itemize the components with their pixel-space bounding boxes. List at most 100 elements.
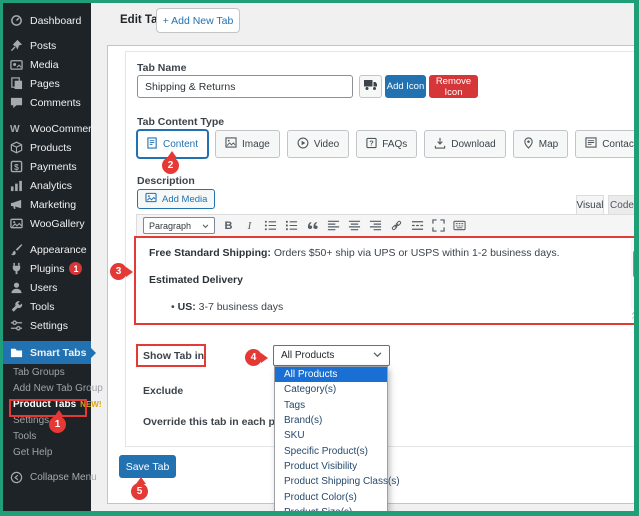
content-type-map[interactable]: Map [513, 130, 568, 158]
bullet-list-button[interactable] [263, 218, 278, 234]
editor-toolbar: Paragraph B I [136, 214, 639, 237]
collapse-arrow-icon [10, 471, 24, 485]
plugins-count-badge: 1 [69, 262, 82, 275]
editor-paragraph: Free Standard Shipping: Orders $50+ ship… [149, 247, 560, 259]
sidebar-item-users[interactable]: Users [3, 278, 91, 297]
image-icon [225, 137, 237, 151]
collapse-menu-button[interactable]: Collapse Menu [3, 468, 91, 487]
sidebar-item-woocommerce[interactable]: W WooCommerce [3, 119, 91, 138]
content-type-image[interactable]: Image [215, 130, 280, 158]
remove-icon-button[interactable]: Remove Icon [429, 75, 478, 98]
form-icon [585, 137, 597, 151]
sidebar-item-marketing[interactable]: Marketing [3, 195, 91, 214]
scroll-down-icon[interactable]: ▼ [631, 300, 639, 309]
show-tab-in-label: Show Tab in [143, 350, 204, 362]
numbered-list-button[interactable] [284, 218, 299, 234]
sidebar-item-comments[interactable]: Comments [3, 93, 91, 112]
sliders-icon [10, 319, 24, 333]
italic-button[interactable]: I [242, 218, 257, 234]
tab-code[interactable]: Code [608, 195, 636, 215]
gallery-icon [10, 217, 24, 231]
sidebar-item-payments[interactable]: $ Payments [3, 157, 91, 176]
submenu-tab-groups[interactable]: Tab Groups [3, 364, 91, 380]
plug-icon [10, 262, 24, 276]
fullscreen-button[interactable] [431, 218, 446, 234]
tab-folder-icon [10, 346, 24, 360]
sidebar-item-woogallery[interactable]: WooGallery [3, 214, 91, 233]
admin-sidebar: Dashboard Posts Media Pages Comments W W… [3, 3, 91, 511]
read-more-button[interactable] [410, 218, 425, 234]
sidebar-item-appearance[interactable]: Appearance [3, 240, 91, 259]
sidebar-item-media[interactable]: Media [3, 55, 91, 74]
icon-preview-button[interactable] [359, 75, 382, 98]
wrench-icon [10, 300, 24, 314]
scrollbar-thumb[interactable] [633, 250, 639, 278]
add-media-button[interactable]: Add Media [137, 189, 215, 209]
paragraph-format-select[interactable]: Paragraph [143, 217, 215, 234]
megaphone-icon [10, 198, 24, 212]
submenu-get-help[interactable]: Get Help [3, 444, 91, 460]
dropdown-option[interactable]: Category(s) [275, 382, 387, 397]
sidebar-item-tools[interactable]: Tools [3, 297, 91, 316]
svg-text:W: W [10, 124, 20, 135]
new-tag: NEW! [80, 400, 101, 409]
app-frame: Dashboard Posts Media Pages Comments W W… [0, 0, 639, 516]
sidebar-item-label: Dashboard [30, 15, 81, 27]
woocommerce-icon: W [10, 122, 24, 136]
annotation-badge-2: 2 [162, 157, 179, 174]
blockquote-button[interactable] [305, 218, 320, 234]
dropdown-option[interactable]: Product Shipping Class(s) [275, 474, 387, 489]
submenu-tools[interactable]: Tools [3, 428, 91, 444]
play-circle-icon [297, 137, 309, 152]
add-media-icon [145, 192, 157, 206]
add-icon-button[interactable]: Add Icon [385, 75, 426, 98]
editor-content-area[interactable]: Free Standard Shipping: Orders $50+ ship… [137, 239, 639, 322]
content-type-faqs[interactable]: ? FAQs [356, 130, 417, 158]
dropdown-option[interactable]: SKU [275, 428, 387, 443]
payments-icon: $ [10, 160, 24, 174]
content-type-download[interactable]: Download [424, 130, 505, 158]
align-center-button[interactable] [347, 218, 362, 234]
link-button[interactable] [389, 218, 404, 234]
submenu-add-new-tab-group[interactable]: Add New Tab Group [3, 380, 91, 396]
content-type-video[interactable]: Video [287, 130, 349, 158]
scroll-up-icon[interactable]: ▲ [631, 240, 639, 249]
bar-chart-icon [10, 179, 24, 193]
sidebar-item-dashboard[interactable]: Dashboard [3, 11, 91, 30]
dropdown-option[interactable]: Product Size(s) [275, 505, 387, 516]
sidebar-item-products[interactable]: Products [3, 138, 91, 157]
sidebar-item-analytics[interactable]: Analytics [3, 176, 91, 195]
align-right-button[interactable] [368, 218, 383, 234]
dropdown-option[interactable]: All Products [275, 367, 387, 382]
submenu-product-tabs[interactable]: Product Tabs NEW! [3, 396, 91, 412]
question-box-icon: ? [366, 137, 377, 152]
show-tab-in-select[interactable]: All Products [273, 345, 390, 366]
bold-button[interactable]: B [221, 218, 236, 234]
tab-name-label: Tab Name [137, 62, 186, 74]
dropdown-option[interactable]: Brand(s) [275, 413, 387, 428]
comment-bubble-icon [10, 96, 24, 110]
select-chevron-icon [373, 350, 382, 361]
document-icon [147, 137, 158, 152]
add-new-tab-button[interactable]: + Add New Tab [156, 8, 240, 33]
sidebar-item-posts[interactable]: Posts [3, 36, 91, 55]
tab-name-input[interactable] [137, 75, 353, 98]
submenu-settings[interactable]: Settings [3, 412, 91, 428]
save-tab-button[interactable]: Save Tab [119, 455, 176, 478]
sidebar-item-smart-tabs[interactable]: Smart Tabs [3, 341, 91, 364]
align-left-button[interactable] [326, 218, 341, 234]
dropdown-option[interactable]: Tags [275, 398, 387, 413]
sidebar-item-pages[interactable]: Pages [3, 74, 91, 93]
tab-visual[interactable]: Visual [576, 195, 604, 215]
content-type-contact-form[interactable]: Contact Form [575, 130, 639, 158]
toolbar-toggle-button[interactable] [452, 218, 467, 234]
editor-list-item: • US: 3-7 business days [171, 301, 283, 313]
editor-scrollbar[interactable]: ▲ ▼ [631, 240, 639, 309]
dropdown-option[interactable]: Product Visibility [275, 459, 387, 474]
dropdown-option[interactable]: Product Color(s) [275, 489, 387, 504]
svg-text:$: $ [14, 162, 19, 172]
sidebar-item-plugins[interactable]: Plugins 1 [3, 259, 91, 278]
sidebar-item-settings[interactable]: Settings [3, 316, 91, 335]
resize-handle[interactable] [632, 311, 639, 320]
dropdown-option[interactable]: Specific Product(s) [275, 443, 387, 458]
